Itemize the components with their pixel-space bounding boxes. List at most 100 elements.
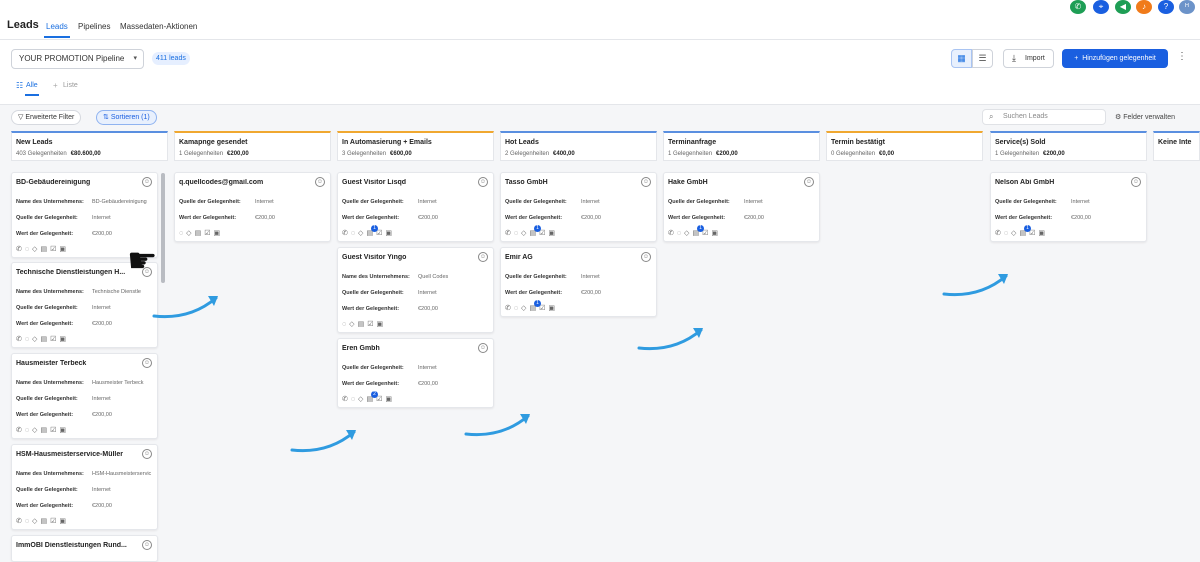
phone-icon[interactable]: ✆ [1070, 0, 1086, 14]
calendar-icon[interactable]: ▣ [548, 230, 558, 237]
dialer-icon[interactable]: ⌖ [1093, 0, 1109, 14]
view-tab-liste[interactable]: Liste [63, 82, 78, 89]
tag-icon[interactable]: ◇ [186, 230, 194, 237]
calendar-icon[interactable]: ▣ [59, 518, 69, 525]
calendar-icon[interactable]: ▣ [59, 246, 69, 253]
lead-card[interactable]: q.quellcodes@gmail.com ☺ Quelle der Gelege… [174, 172, 331, 242]
note-icon[interactable]: ▤ [40, 518, 50, 525]
note-icon[interactable]: ▤ [40, 246, 50, 253]
task-icon[interactable]: ☑ [50, 518, 59, 525]
calendar-icon[interactable]: ▣ [59, 336, 69, 343]
chat-icon[interactable]: ◌ [25, 336, 32, 343]
assignee-avatar-icon[interactable]: ☺ [142, 540, 152, 550]
lead-card[interactable]: HSM-Hausmeisterservice-Müller ☺ Name des U… [11, 444, 158, 530]
column-scrollbar[interactable] [161, 173, 165, 283]
assignee-avatar-icon[interactable]: ☺ [478, 177, 488, 187]
import-button[interactable]: ⤓ Import [1003, 49, 1054, 68]
chat-icon[interactable]: ◌ [25, 518, 32, 525]
chat-icon[interactable]: ◌ [677, 230, 684, 237]
task-icon[interactable]: ☑ [1029, 230, 1038, 237]
phone-icon[interactable]: ✆ [342, 230, 351, 237]
column-header[interactable]: Service(s) Sold 1 Gelegenheiten €200,00 [990, 131, 1147, 161]
column-header[interactable]: In Automasierung + Emails 3 Gelegenheiten… [337, 131, 494, 161]
calendar-icon[interactable]: ▣ [548, 305, 558, 312]
phone-icon[interactable]: ✆ [16, 336, 25, 343]
chat-icon[interactable]: ◌ [25, 246, 32, 253]
task-icon[interactable]: ☑ [376, 396, 385, 403]
assignee-avatar-icon[interactable]: ☺ [804, 177, 814, 187]
list-view-button[interactable]: ☰ [972, 49, 993, 68]
lead-card[interactable]: ImmOBI Dienstleistungen Rund... ☺ [11, 535, 158, 562]
assignee-avatar-icon[interactable]: ☺ [1131, 177, 1141, 187]
assignee-avatar-icon[interactable]: ☺ [478, 252, 488, 262]
chat-icon[interactable]: ◌ [514, 305, 521, 312]
sort-button[interactable]: ⇅ Sortieren (1) [96, 110, 157, 125]
add-opportunity-button[interactable]: + Hinzufügen gelegenheit [1062, 49, 1168, 68]
lead-card[interactable]: Nelson Abi GmbH ☺ Quelle der Gelegenheit: I… [990, 172, 1147, 242]
assignee-avatar-icon[interactable]: ☺ [641, 177, 651, 187]
chat-icon[interactable]: ◌ [1004, 230, 1011, 237]
task-icon[interactable]: ☑ [539, 230, 548, 237]
user-avatar-icon[interactable]: ᴴ [1179, 0, 1195, 14]
calendar-icon[interactable]: ▣ [385, 230, 395, 237]
column-header[interactable]: Terminanfrage 1 Gelegenheiten €200,00 [663, 131, 820, 161]
lead-card[interactable]: Tasso GmbH ☺ Quelle der Gelegenheit: Intern… [500, 172, 657, 242]
megaphone-icon[interactable]: ◀ [1115, 0, 1131, 14]
assignee-avatar-icon[interactable]: ☺ [142, 358, 152, 368]
phone-icon[interactable]: ✆ [16, 246, 25, 253]
assignee-avatar-icon[interactable]: ☺ [478, 343, 488, 353]
board-view-button[interactable]: ▦ [951, 49, 972, 68]
calendar-icon[interactable]: ▣ [711, 230, 721, 237]
tab-pipelines[interactable]: Pipelines [78, 22, 110, 31]
lead-card[interactable]: Hake GmbH ☺ Quelle der Gelegenheit: Interne… [663, 172, 820, 242]
lead-card[interactable]: Emir AG ☺ Quelle der Gelegenheit: Internet W… [500, 247, 657, 317]
task-icon[interactable]: ☑ [702, 230, 711, 237]
view-tab-alle[interactable]: Alle [25, 82, 39, 96]
calendar-icon[interactable]: ▣ [385, 396, 395, 403]
task-icon[interactable]: ☑ [50, 427, 59, 434]
task-icon[interactable]: ☑ [50, 336, 59, 343]
lead-card[interactable]: Hausmeister Terbeck ☺ Name des Unternehmen… [11, 353, 158, 439]
lead-card[interactable]: Guest Visitor Yingo ☺ Name des Unternehmen… [337, 247, 494, 333]
task-icon[interactable]: ☑ [376, 230, 385, 237]
note-icon[interactable]: ▤ [40, 336, 50, 343]
column-header[interactable]: New Leads 403 Gelegenheiten €80.600,00 [11, 131, 168, 161]
calendar-icon[interactable]: ▣ [1038, 230, 1048, 237]
assignee-avatar-icon[interactable]: ☺ [142, 449, 152, 459]
phone-icon[interactable]: ✆ [505, 230, 514, 237]
extended-filter-button[interactable]: ▽ Erweiterte Filter [11, 110, 82, 125]
chat-icon[interactable]: ◌ [351, 396, 358, 403]
phone-icon[interactable]: ✆ [995, 230, 1004, 237]
calendar-icon[interactable]: ▣ [59, 427, 69, 434]
column-header[interactable]: Kamapnge gesendet 1 Gelegenheiten €200,00 [174, 131, 331, 161]
help-icon[interactable]: ? [1158, 0, 1174, 14]
column-header[interactable]: Termin bestätigt 0 Gelegenheiten €0,00 [826, 131, 983, 161]
tag-icon[interactable]: ◇ [349, 321, 357, 328]
phone-icon[interactable]: ✆ [16, 427, 25, 434]
note-icon[interactable]: ▤ [195, 230, 205, 237]
assignee-avatar-icon[interactable]: ☺ [641, 252, 651, 262]
tab-leads[interactable]: Leads [44, 22, 70, 38]
lead-card[interactable]: Eren Gmbh ☺ Quelle der Gelegenheit: Interne… [337, 338, 494, 408]
task-icon[interactable]: ☑ [50, 246, 59, 253]
phone-icon[interactable]: ✆ [668, 230, 677, 237]
phone-icon[interactable]: ✆ [16, 518, 25, 525]
task-icon[interactable]: ☑ [539, 305, 548, 312]
phone-icon[interactable]: ✆ [342, 396, 351, 403]
phone-icon[interactable]: ✆ [505, 305, 514, 312]
chat-icon[interactable]: ◌ [25, 427, 32, 434]
chat-icon[interactable]: ◌ [514, 230, 521, 237]
calendar-icon[interactable]: ▣ [213, 230, 223, 237]
tab-massedaten-aktionen[interactable]: Massedaten-Aktionen [120, 22, 197, 31]
bell-icon[interactable]: ♪ [1136, 0, 1152, 14]
note-icon[interactable]: ▤ [358, 321, 368, 328]
calendar-icon[interactable]: ▣ [376, 321, 386, 328]
lead-card[interactable]: Guest Visitor Lisqd ☺ Quelle der Gelegenhe… [337, 172, 494, 242]
manage-fields-button[interactable]: ⚙ Felder verwalten [1115, 113, 1175, 121]
assignee-avatar-icon[interactable]: ☺ [142, 177, 152, 187]
chat-icon[interactable]: ◌ [351, 230, 358, 237]
column-header[interactable]: Keine Inte [1153, 131, 1200, 161]
pipeline-select[interactable]: YOUR PROMOTION Pipeline ▾ [11, 49, 144, 69]
note-icon[interactable]: ▤ [40, 427, 50, 434]
assignee-avatar-icon[interactable]: ☺ [315, 177, 325, 187]
